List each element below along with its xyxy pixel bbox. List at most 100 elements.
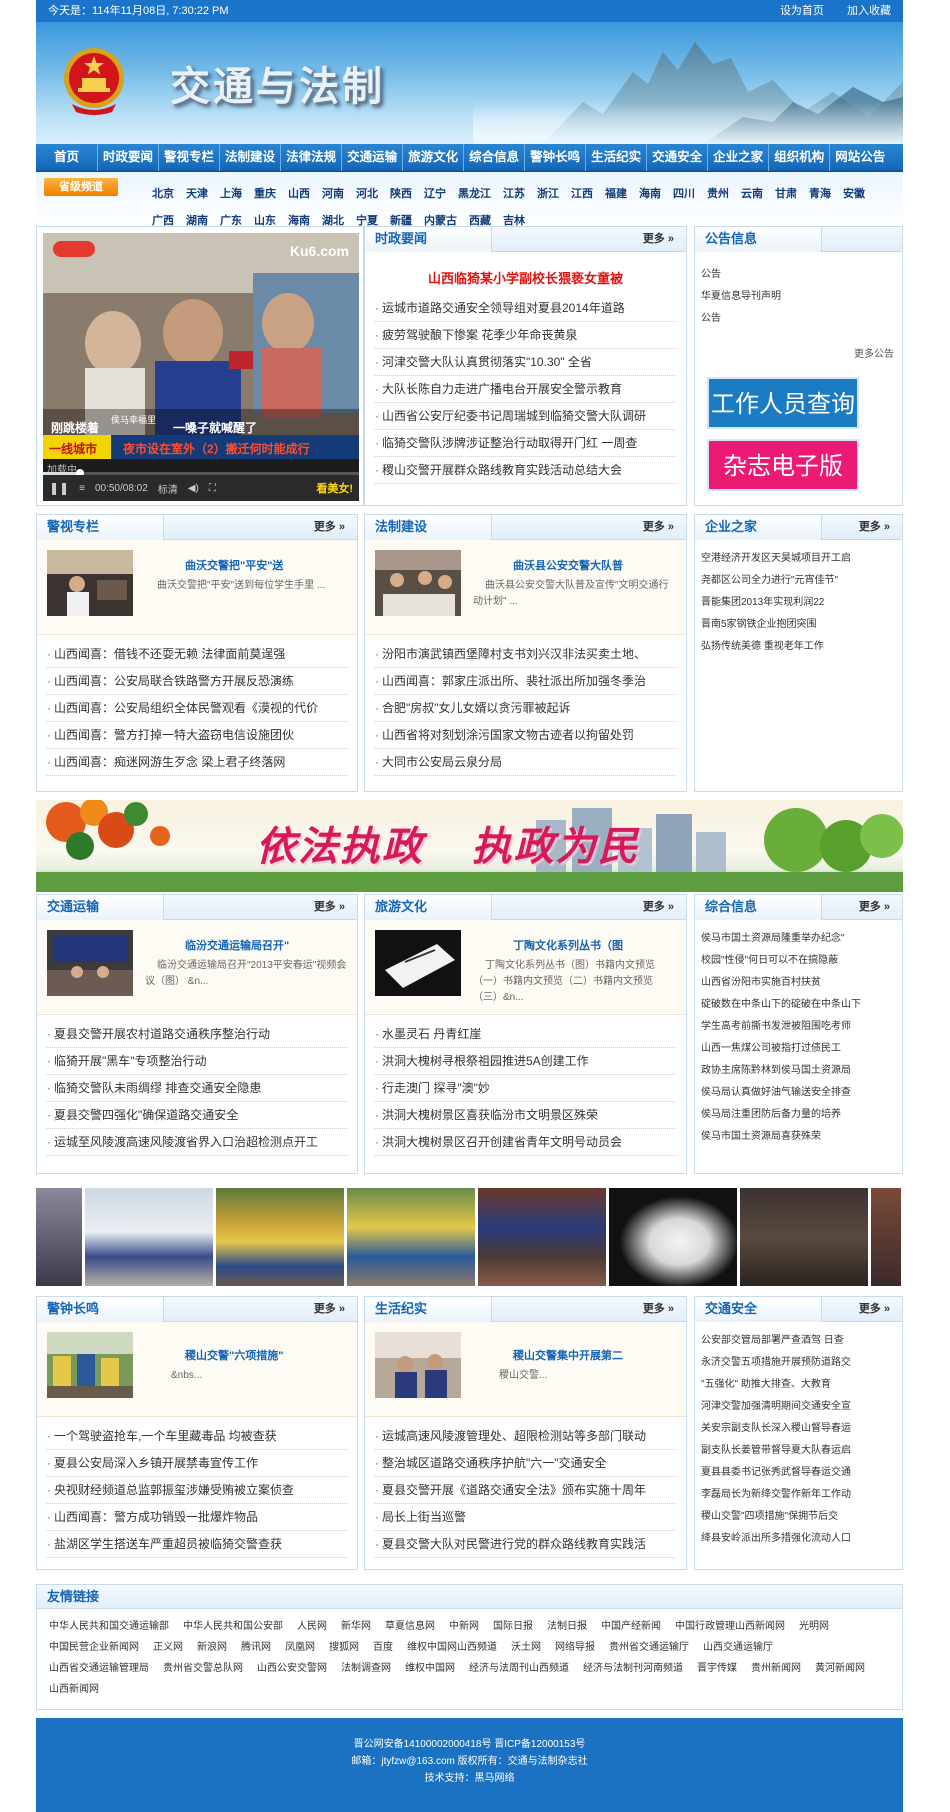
friend-link[interactable]: 中华人民共和国公安部 [183, 1621, 283, 1632]
news-item-link[interactable]: 公告 [701, 264, 896, 286]
friend-link[interactable]: 晋宇传媒 [697, 1663, 737, 1674]
quality-selector[interactable]: 标清 [158, 481, 178, 496]
headline-link[interactable]: 山西临猗某小学副校长猥亵女童被 [365, 268, 686, 287]
province-link[interactable]: 天津 [186, 185, 208, 201]
news-item-link[interactable]: 运城高速风陵渡管理处、超限检测站等多部门联动 [375, 1423, 676, 1450]
news-item-link[interactable]: 稷山交警开展群众路线教育实践活动总结大会 [375, 457, 676, 484]
friend-link[interactable]: 新浪网 [197, 1642, 227, 1653]
strip-photo[interactable] [216, 1188, 344, 1286]
news-item-link[interactable]: 侯马市国土资源局隆重举办纪念" [701, 928, 896, 950]
friend-link[interactable]: 中国民营企业新闻网 [49, 1642, 139, 1653]
province-link[interactable]: 黑龙江 [458, 185, 491, 201]
featured-title[interactable]: 稷山交警集中开展第二 [513, 1348, 676, 1364]
strip-photo[interactable] [871, 1188, 901, 1286]
fullscreen-icon[interactable]: ⛶ [209, 483, 216, 494]
news-item-link[interactable]: 夏县县委书记张秀武督导春运交通 [701, 1462, 896, 1484]
nav-item-legal-construction[interactable]: 法制建设 [220, 143, 282, 171]
province-link[interactable]: 江苏 [503, 185, 525, 201]
friend-link[interactable]: 中新网 [449, 1621, 479, 1632]
nav-item-safety[interactable]: 交通安全 [647, 143, 709, 171]
news-item-link[interactable]: 晋南5家钢铁企业抱团突围 [701, 614, 896, 636]
featured-title[interactable]: 丁陶文化系列丛书（图 [513, 938, 676, 954]
province-link[interactable]: 辽宁 [424, 185, 446, 201]
featured-photo[interactable] [375, 550, 461, 616]
news-item-link[interactable]: 运城至风陵渡高速风陵渡省界入口治超检测点开工 [47, 1129, 347, 1156]
province-link[interactable]: 贵州 [707, 185, 729, 201]
news-item-link[interactable]: 盐湖区学生搭送车严重超员被临猗交警查获 [47, 1531, 347, 1558]
nav-item-organization[interactable]: 组织机构 [769, 143, 831, 171]
news-item-link[interactable]: 关安宗副支队长深入稷山督导春运 [701, 1418, 896, 1440]
friend-link[interactable]: 中国产经新闻 [601, 1621, 661, 1632]
news-item-link[interactable]: 侯马局认真做好油气输送安全排查 [701, 1082, 896, 1104]
more-link[interactable]: 更多 » [643, 515, 674, 540]
friend-link[interactable]: 经济与法周刊山西频道 [469, 1663, 569, 1674]
friend-link[interactable]: 山西公安交警网 [257, 1663, 327, 1674]
news-item-link[interactable]: 合肥"房叔"女儿女婿以贪污罪被起诉 [375, 695, 676, 722]
province-link[interactable]: 四川 [673, 185, 695, 201]
nav-item-home[interactable]: 首页 [42, 143, 99, 171]
set-home-link[interactable]: 设为首页 [780, 5, 824, 17]
featured-title[interactable]: 曲沃交警把"平安"送 [185, 558, 347, 574]
nav-item-tourism[interactable]: 旅游文化 [403, 143, 465, 171]
staff-query-button[interactable]: 工作人员查询 [707, 377, 859, 429]
news-item-link[interactable]: 洪洞大槐树景区喜获临汾市文明景区殊荣 [375, 1102, 676, 1129]
featured-title[interactable]: 曲沃县公安交警大队普 [513, 558, 676, 574]
nav-item-general[interactable]: 综合信息 [464, 143, 526, 171]
province-link[interactable]: 浙江 [537, 185, 559, 201]
more-notices-link[interactable]: 更多公告 [854, 345, 894, 360]
friend-link[interactable]: 国际日报 [493, 1621, 533, 1632]
friend-link[interactable]: 中华人民共和国交通运输部 [49, 1621, 169, 1632]
news-item-link[interactable]: 河津交警加强清明期间交通安全宣 [701, 1396, 896, 1418]
friend-link[interactable]: 维权中国网山西频道 [407, 1642, 497, 1653]
more-link[interactable]: 更多 » [643, 1297, 674, 1322]
news-item-link[interactable]: 弘扬传统美德 重视老年工作 [701, 636, 896, 658]
province-link[interactable]: 云南 [741, 185, 763, 201]
friend-link[interactable]: 贵州省交通运输厅 [609, 1642, 689, 1653]
news-item-link[interactable]: 临猗开展"黑车"专项整治行动 [47, 1048, 347, 1075]
news-item-link[interactable]: 空港经济开发区天昊城项目开工启 [701, 548, 896, 570]
news-item-link[interactable]: 整治城区道路交通秩序护航"六一"交通安全 [375, 1450, 676, 1477]
news-item-link[interactable]: 大队长陈自力走进广播电台开展安全警示教育 [375, 376, 676, 403]
friend-link[interactable]: 光明网 [799, 1621, 829, 1632]
friend-link[interactable]: 中国行政管理山西新闻网 [675, 1621, 785, 1632]
news-item-link[interactable]: 汾阳市演武镇西堡障村支书刘兴汉非法买卖土地、 [375, 641, 676, 668]
news-item-link[interactable]: 山西省公安厅纪委书记周瑞城到临猗交警大队调研 [375, 403, 676, 430]
province-link[interactable]: 陕西 [390, 185, 412, 201]
featured-photo[interactable] [375, 930, 461, 996]
featured-photo[interactable] [47, 930, 133, 996]
news-item-link[interactable]: 夏县交警开展农村道路交通秩序整治行动 [47, 1021, 347, 1048]
featured-photo[interactable] [375, 1332, 461, 1398]
province-link[interactable]: 青海 [809, 185, 831, 201]
featured-photo[interactable] [47, 1332, 133, 1398]
news-item-link[interactable]: 疲劳驾驶酿下惨案 花季少年命丧黄泉 [375, 322, 676, 349]
news-item-link[interactable]: 绛县安岭派出所多措强化流动人口 [701, 1528, 896, 1550]
friend-link[interactable]: 腾讯网 [241, 1642, 271, 1653]
news-item-link[interactable]: "五强化" 助推大排查、大教育 [701, 1374, 896, 1396]
province-link[interactable]: 河北 [356, 185, 378, 201]
friend-link[interactable]: 网络导报 [555, 1642, 595, 1653]
news-item-link[interactable]: 山西闻喜：警方成功销毁一批爆炸物品 [47, 1504, 347, 1531]
friend-link[interactable]: 凤凰网 [285, 1642, 315, 1653]
friend-link[interactable]: 草夏信息网 [385, 1621, 435, 1632]
news-item-link[interactable]: 尧都区公司全力进行"元宵佳节" [701, 570, 896, 592]
news-item-link[interactable]: 山西闻喜：公安局组织全体民警观看《漠视的代价 [47, 695, 347, 722]
friend-link[interactable]: 经济与法制刊河南频道 [583, 1663, 683, 1674]
news-item-link[interactable]: 临猗交警队未雨绸缪 排查交通安全隐患 [47, 1075, 347, 1102]
nav-item-transport[interactable]: 交通运输 [342, 143, 404, 171]
province-link[interactable]: 海南 [639, 185, 661, 201]
add-favorite-link[interactable]: 加入收藏 [847, 5, 891, 17]
news-item-link[interactable]: 洪洞大槐树景区召开创建省青年文明号动员会 [375, 1129, 676, 1156]
province-link[interactable]: 上海 [220, 185, 242, 201]
more-link[interactable]: 更多 » [314, 515, 345, 540]
strip-photo[interactable] [36, 1188, 82, 1286]
news-item-link[interactable]: 李磊局长为新绛交警作新年工作动 [701, 1484, 896, 1506]
friend-link[interactable]: 法制日报 [547, 1621, 587, 1632]
more-link[interactable]: 更多 » [314, 895, 345, 920]
nav-item-enterprise[interactable]: 企业之家 [708, 143, 770, 171]
news-item-link[interactable]: 河津交警大队认真贯彻落实"10.30" 全省 [375, 349, 676, 376]
slogan-banner[interactable]: 依法执政 执政为民 [36, 800, 903, 892]
more-link[interactable]: 更多 » [859, 895, 890, 920]
news-item-link[interactable]: 局长上街当巡警 [375, 1504, 676, 1531]
friend-link[interactable]: 正义网 [153, 1642, 183, 1653]
news-item-link[interactable]: 大同市公安局云泉分局 [375, 749, 676, 776]
